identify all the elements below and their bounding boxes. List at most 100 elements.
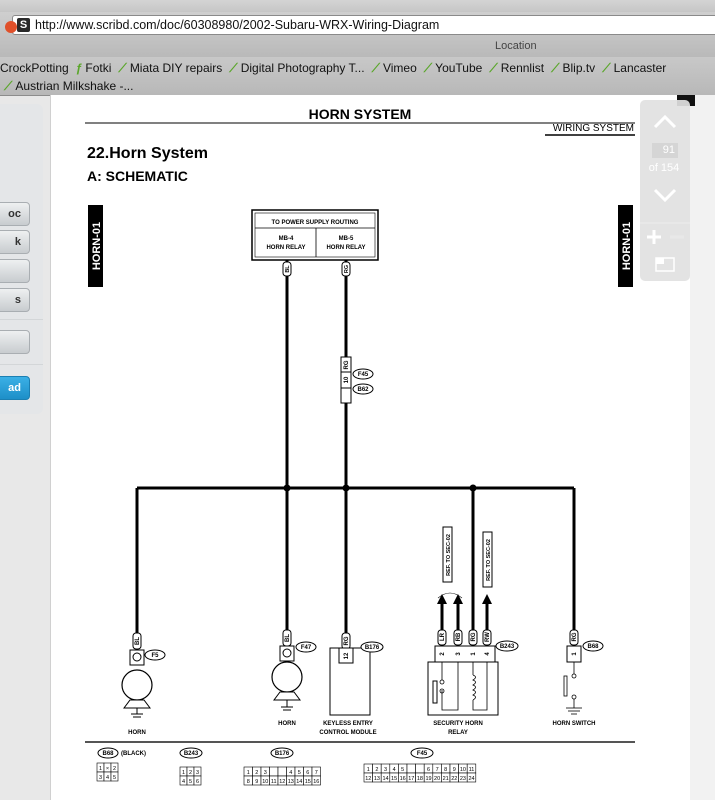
connector-pin-number: 4 [182,779,185,785]
connector-pin-number: 5 [189,779,192,785]
connector-pin-number: 2 [113,766,116,772]
connector-pin-number: 8 [247,779,250,785]
connector-pin-number: 15 [305,779,311,785]
connector-pin-number: 6 [196,779,199,785]
connector-pin-number: 12 [279,779,285,785]
connector-pin-number: 19 [425,776,431,782]
connector-f45-label: F45 [358,372,369,378]
connector-pin-cell [277,766,287,777]
connector-b243-label: B243 [500,644,515,650]
connector-pin-number: 14 [296,779,302,785]
wire-tag: BL [285,634,291,642]
page-navigator: 91 of 154 [640,100,690,281]
wire-tag: RG [344,636,350,645]
connector-pin-number: 7 [436,767,439,773]
connector-pin-number: 16 [400,776,406,782]
connector-pin-number: 4 [289,770,292,776]
connector-pin-number: 3 [384,767,387,773]
wire-color-tags: BL RG [282,261,351,277]
pin-number: 10 [344,376,350,383]
header-title: HORN SYSTEM [309,106,412,122]
connector-pin-number: 3 [99,775,102,781]
horn-f5: BL F5 HORN [121,632,166,736]
horn-f47: BL F47 HORN [271,629,317,727]
horn-label-1: HORN [128,730,146,736]
connector-b68-label: B68 [587,644,599,650]
connector-legend: B68 (BLACK) B243 B176 F45 1 × 23 4 51 2 34 5 61 2… [96,747,477,786]
legend-f45: F45 [417,751,428,757]
connector-pin-cell [406,763,416,774]
connector-pin-number: 3 [196,770,199,776]
legend-b68: B68 [102,751,114,757]
page-number-input[interactable]: 91 [652,143,678,158]
wire-tag-bl: BL [285,265,291,273]
legend-b176: B176 [275,751,290,757]
section-title: 22.Horn System [87,145,208,162]
connector-pin-number: 20 [434,776,440,782]
wire-tag-rg: RG [344,265,350,273]
connector-pin-number: 1 [99,766,102,772]
connector-pin-number: 5 [401,767,404,773]
relay-label-1: SECURITY HORN [433,721,483,727]
horn-switch-label: HORN SWITCH [553,721,596,727]
page-header: HORN SYSTEM WIRING SYSTEM 22.Horn System… [85,106,635,184]
connector-pin-number: 18 [417,776,423,782]
ref-label-1: REF. TO SEC-02 [446,534,452,576]
connector-pin-number: 7 [315,770,318,776]
connector-pin-number: 10 [262,779,268,785]
connector-pin-number: 1 [247,770,250,776]
power-supply-box: TO POWER SUPPLY ROUTING MB-4 HORN RELAY … [251,209,379,261]
tab-label-right: HORN-01 [621,222,633,270]
connector-f47-label: F47 [301,645,312,651]
connector-pin-number: 5 [113,775,116,781]
connector-pin-number: 2 [189,770,192,776]
connector-pin-number: 13 [288,779,294,785]
connector-pin-number: 9 [453,767,456,773]
wire-tag: BL [135,637,141,645]
connector-pin-number: 2 [255,770,258,776]
connector-pin-number: 11 [469,767,475,773]
pin-number: 12 [344,652,350,659]
connector-pin-number: 12 [365,776,371,782]
connector-pin-number: 16 [313,779,319,785]
connector-pin-number: 21 [443,776,449,782]
connector-pin-number: 5 [298,770,301,776]
connector-f5-label: F5 [151,653,159,659]
connector-b176-label: B176 [365,645,380,651]
legend-b243: B243 [184,751,199,757]
connector-pin-number: 4 [393,767,396,773]
mb4-horn-relay: HORN RELAY [266,245,305,251]
connector-pin-number: 3 [264,770,267,776]
connector-pin-cell [269,766,279,777]
horn-switch: RG 1 B68 HORN SWITCH [553,629,604,727]
connector-pin-number: 22 [451,776,457,782]
connector-pin-number: 6 [427,767,430,773]
connector-pin-number: 8 [444,767,447,773]
connector-pin-number: 4 [106,775,109,781]
wire-tag: RB [456,632,462,641]
horn-schematic: HORN SYSTEM WIRING SYSTEM 22.Horn System… [85,106,635,786]
wire-tag: LR [440,632,446,641]
schematic-subtitle: A: SCHEMATIC [87,168,188,184]
wire-tag: RW [485,632,491,642]
connector-pin-number: 17 [408,776,414,782]
connector-pin-number: 15 [391,776,397,782]
wire-tag: RG [572,632,578,641]
connector-pin-number: 9 [255,779,258,785]
horn-label-2: HORN [278,721,296,727]
keyless-entry-module: RG 12 B176 KEYLESS ENTRY CONTROL MODULE [319,632,384,736]
connector-pin-number: 6 [306,770,309,776]
ref-label-2: REF. TO SEC-02 [486,539,492,581]
connector-pin-number: 1 [182,770,185,776]
horn-01-tab-right: HORN-01 [618,205,633,287]
connector-pin-number: 13 [374,776,380,782]
keyless-label-1: KEYLESS ENTRY [323,721,373,727]
wires [135,260,576,640]
connector-f45-b62: RG 10 F45 B62 [340,356,374,404]
connector-pin-number: 23 [460,776,466,782]
connector-pin-number: × [106,766,109,772]
relay-label-2: RELAY [448,730,468,736]
page-down-icon[interactable] [653,188,677,203]
connector-pin-number: 11 [271,779,277,785]
page-up-icon[interactable] [653,114,677,129]
